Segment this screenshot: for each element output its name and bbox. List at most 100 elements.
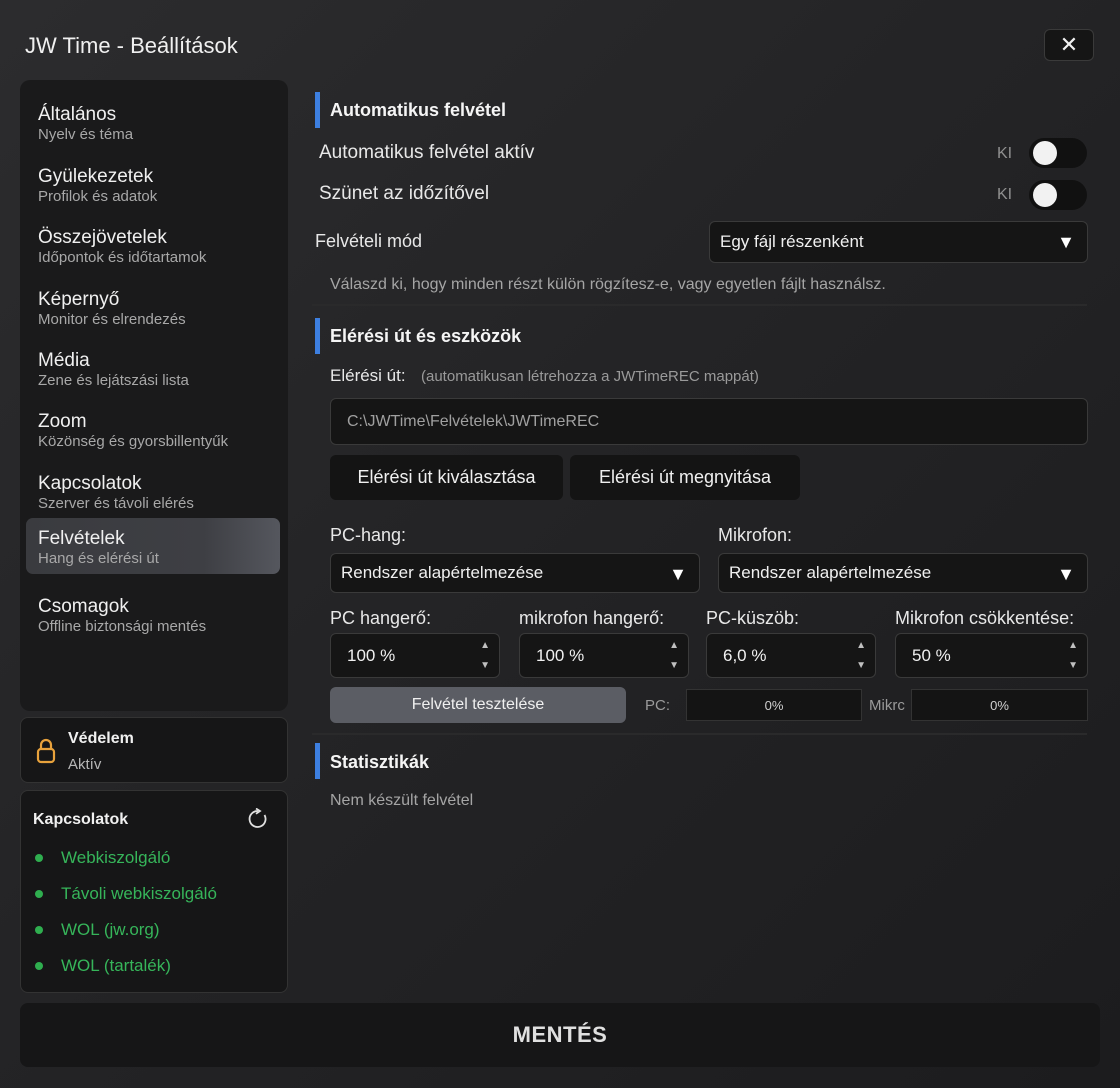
dropdown-arrow-icon: ▼ — [669, 564, 687, 584]
pause-timer-toggle[interactable] — [1029, 180, 1087, 210]
path-label: Elérési út: — [330, 366, 406, 385]
mic-level-meter: 0% — [911, 689, 1088, 721]
nav-item-kapcsolatok[interactable]: Kapcsolatok Szerver és távoli elérés — [26, 463, 280, 519]
toggle-knob — [1033, 141, 1057, 165]
spin-up-icon[interactable]: ▲ — [1068, 640, 1078, 651]
connection-item: Távoli webkiszolgáló — [35, 883, 217, 905]
pc-volume-value: 100 % — [347, 645, 396, 665]
connections-card: Kapcsolatok Webkiszolgáló Távoli webkisz… — [20, 790, 288, 993]
section-accent — [315, 92, 320, 128]
record-mode-value: Egy fájl részenként — [720, 232, 864, 251]
save-button[interactable]: MENTÉS — [20, 1003, 1100, 1067]
choose-path-button[interactable]: Elérési út kiválasztása — [330, 455, 563, 500]
nav-item-label: Média — [38, 350, 90, 371]
protection-status: Aktív — [68, 756, 102, 773]
record-mode-select[interactable]: Egy fájl részenként ▼ — [709, 221, 1088, 263]
spin-down-icon[interactable]: ▼ — [480, 660, 490, 671]
status-dot — [35, 926, 43, 934]
spin-up-icon[interactable]: ▲ — [480, 640, 490, 651]
connection-label: WOL (jw.org) — [61, 920, 160, 939]
mic-volume-value: 100 % — [536, 645, 585, 665]
nav-item-label: Felvételek — [38, 528, 125, 549]
window-title: JW Time - Beállítások — [25, 33, 238, 58]
section-title-stats: Statisztikák — [330, 752, 430, 772]
settings-nav: Általános Nyelv és téma Gyülekezetek Pro… — [20, 80, 288, 711]
spin-up-icon[interactable]: ▲ — [669, 640, 679, 651]
connection-item: Webkiszolgáló — [35, 847, 170, 869]
mic-volume-input[interactable]: 100 % ▲ ▼ — [519, 633, 689, 678]
status-dot — [35, 962, 43, 970]
pause-timer-label: Szünet az időzítővel — [319, 183, 490, 204]
nav-item-kepernyo[interactable]: Képernyő Monitor és elrendezés — [26, 279, 280, 335]
nav-item-label: Kapcsolatok — [38, 473, 142, 494]
section-divider — [312, 304, 1087, 306]
nav-item-label: Gyülekezetek — [38, 166, 154, 187]
lock-icon — [36, 738, 56, 764]
open-path-button[interactable]: Elérési út megnyitása — [570, 455, 800, 500]
nav-item-sub: Közönség és gyorsbillentyűk — [38, 433, 229, 450]
connections-title: Kapcsolatok — [33, 811, 129, 828]
spin-down-icon[interactable]: ▼ — [856, 660, 866, 671]
pc-threshold-input[interactable]: 6,0 % ▲ ▼ — [706, 633, 876, 678]
section-accent — [315, 743, 320, 779]
refresh-icon[interactable] — [247, 808, 269, 830]
connection-label: Távoli webkiszolgáló — [61, 884, 217, 903]
pc-threshold-value: 6,0 % — [723, 645, 767, 665]
nav-item-label: Képernyő — [38, 289, 120, 310]
pc-level-meter: 0% — [686, 689, 862, 721]
mic-reduction-label: Mikrofon csökkentése: — [895, 608, 1075, 628]
mic-label: Mikrofon: — [718, 525, 793, 545]
mic-reduction-input[interactable]: 50 % ▲ ▼ — [895, 633, 1088, 678]
mic-select[interactable]: Rendszer alapértelmezése ▼ — [718, 553, 1088, 593]
test-recording-button[interactable]: Felvétel tesztelése — [330, 687, 626, 723]
nav-item-felvetelek[interactable]: Felvételek Hang és elérési út — [26, 518, 280, 574]
auto-record-state: KI — [997, 145, 1013, 162]
connection-label: Webkiszolgáló — [61, 848, 171, 867]
nav-item-sub: Nyelv és téma — [38, 126, 134, 143]
nav-item-sub: Monitor és elrendezés — [38, 311, 186, 328]
nav-item-sub: Profilok és adatok — [38, 188, 158, 205]
spin-down-icon[interactable]: ▼ — [669, 660, 679, 671]
nav-item-label: Zoom — [38, 411, 87, 432]
nav-item-altalanos[interactable]: Általános Nyelv és téma — [26, 94, 280, 150]
record-mode-hint: Válaszd ki, hogy minden részt külön rögz… — [330, 276, 886, 293]
section-divider — [312, 733, 1087, 735]
pc-meter-label: PC: — [645, 697, 671, 714]
pc-threshold-label: PC-küszöb: — [706, 608, 800, 628]
toggle-knob — [1033, 183, 1057, 207]
nav-item-label: Összejövetelek — [38, 227, 167, 248]
status-dot — [35, 854, 43, 862]
path-note: (automatikusan létrehozza a JWTimeREC ma… — [421, 368, 759, 385]
section-accent — [315, 318, 320, 354]
nav-item-media[interactable]: Média Zene és lejátszási lista — [26, 340, 280, 396]
pc-volume-label: PC hangerő: — [330, 608, 432, 628]
nav-item-sub: Offline biztonsági mentés — [38, 618, 207, 635]
close-icon: ✕ — [1059, 32, 1079, 57]
mic-reduction-value: 50 % — [912, 645, 951, 665]
record-mode-label: Felvételi mód — [315, 231, 423, 251]
nav-item-osszejovetelek[interactable]: Összejövetelek Időpontok és időtartamok — [26, 217, 280, 273]
nav-item-zoom[interactable]: Zoom Közönség és gyorsbillentyűk — [26, 401, 280, 457]
connection-item: WOL (tartalék) — [35, 955, 171, 977]
pc-volume-input[interactable]: 100 % ▲ ▼ — [330, 633, 500, 678]
section-title-auto-record: Automatikus felvétel — [330, 100, 507, 120]
nav-item-gyulekezetek[interactable]: Gyülekezetek Profilok és adatok — [26, 156, 280, 212]
protection-title: Védelem — [68, 730, 134, 747]
mic-meter-label: Mikrc — [869, 697, 905, 714]
mic-value: Rendszer alapértelmezése — [729, 563, 932, 582]
spin-up-icon[interactable]: ▲ — [856, 640, 866, 651]
path-input[interactable] — [330, 398, 1088, 445]
auto-record-active-label: Automatikus felvétel aktív — [319, 142, 535, 163]
connection-label: WOL (tartalék) — [61, 956, 171, 975]
close-button[interactable]: ✕ — [1044, 29, 1094, 61]
nav-item-label: Általános — [38, 104, 117, 125]
spin-down-icon[interactable]: ▼ — [1068, 660, 1078, 671]
auto-record-toggle[interactable] — [1029, 138, 1087, 168]
connection-item: WOL (jw.org) — [35, 919, 160, 941]
pc-audio-select[interactable]: Rendszer alapértelmezése ▼ — [330, 553, 700, 593]
nav-item-sub: Időpontok és időtartamok — [38, 249, 207, 266]
mic-volume-label: mikrofon hangerő: — [519, 608, 665, 628]
dropdown-arrow-icon: ▼ — [1057, 564, 1075, 584]
status-dot — [35, 890, 43, 898]
nav-item-csomagok[interactable]: Csomagok Offline biztonsági mentés — [26, 586, 280, 642]
